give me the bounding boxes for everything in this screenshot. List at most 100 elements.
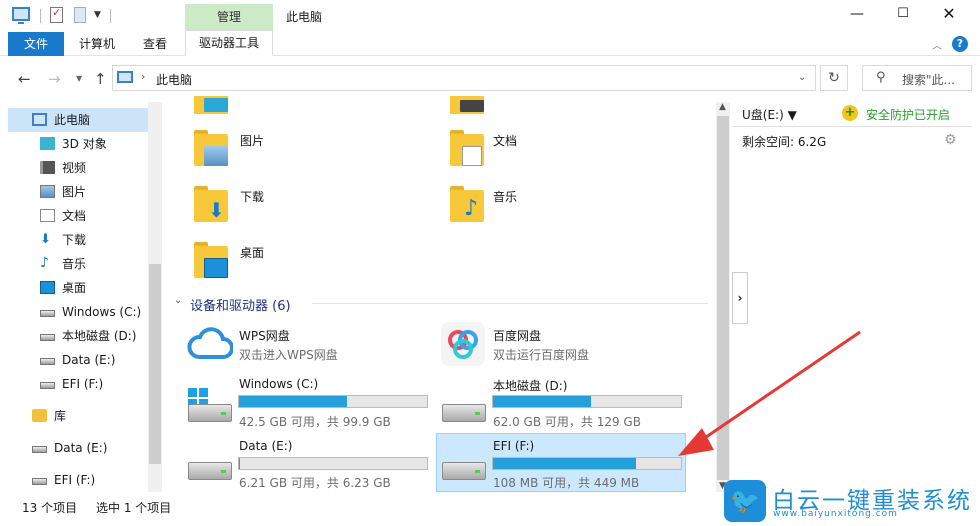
drive-usage-fill [239,396,348,407]
pane-expand-button[interactable]: › [732,272,748,324]
minimize-button[interactable]: — [842,6,872,22]
sidebar-item-label: 本地磁盘 (D:) [62,329,137,343]
sidebar-item-label: 视频 [62,161,87,175]
hard-drive-icon[interactable] [442,404,486,422]
properties-icon[interactable] [50,6,63,23]
scroll-up-icon[interactable]: ▲ [719,102,726,112]
maximize-button[interactable]: ☐ [888,6,918,21]
back-arrow-icon[interactable]: ← [18,70,31,88]
3d-objects-icon [40,137,55,150]
group-header[interactable]: 设备和驱动器 (6) [190,295,291,314]
chevron-down-icon[interactable]: ⌄ [174,295,182,306]
sidebar-item-label: 下载 [62,233,87,247]
drive-icon [32,478,47,485]
drive-space-text: 108 MB 可用，共 449 MB [493,476,640,490]
computer-icon [117,71,133,83]
folder-label[interactable]: 桌面 [240,244,264,261]
desktop-icon [40,281,55,294]
drive-usage-bar [492,395,682,408]
sidebar-item-label: 桌面 [62,281,87,295]
cloud-drive-subtitle: 双击进入WPS网盘 [239,348,338,362]
hard-drive-icon[interactable] [188,404,232,422]
documents-folder-icon[interactable] [450,128,484,166]
sidebar-item-label: 3D 对象 [62,137,107,151]
quick-access-dropdown-icon[interactable]: ▼ [94,10,101,20]
folder-label[interactable]: 音乐 [493,188,517,205]
folder-label[interactable]: 文档 [493,132,517,149]
downloads-folder-icon[interactable]: ⬇ [194,184,228,222]
cloud-drive-name[interactable]: WPS网盘 [239,327,290,344]
drive-icon [40,310,55,317]
watermark-url: www.baiyunxitong.com [773,509,898,519]
chevron-down-icon[interactable]: ▼ [76,74,82,83]
item-count: 13 个项目 [22,501,78,515]
breadcrumb[interactable]: 此电脑 [156,71,192,88]
drive-icon [40,334,55,341]
divider [732,126,972,127]
drive-space-text: 42.5 GB 可用，共 99.9 GB [239,415,391,429]
drive-usage-fill [493,396,591,407]
up-arrow-icon[interactable]: ↑ [94,70,107,88]
drive-name[interactable]: Windows (C:) [239,377,318,391]
desktop-folder-icon[interactable] [194,240,228,278]
sidebar-item-label: 库 [54,409,67,423]
free-space-text: 剩余空间: 6.2G [742,135,827,149]
chevron-right-icon[interactable]: › [141,70,145,83]
drive-usage-fill [493,458,636,469]
drive-name[interactable]: EFI (F:) [493,439,534,453]
forward-arrow-icon[interactable]: → [48,70,61,88]
shield-plus-icon: + [842,105,858,121]
divider [40,9,41,23]
sidebar-item-label: 音乐 [62,257,87,271]
folder-icon[interactable] [194,96,228,114]
help-icon[interactable]: ? [952,36,968,52]
drive-usage-bar [238,395,428,408]
cloud-drive-subtitle: 双击运行百度网盘 [493,348,590,362]
chevron-down-icon[interactable]: ⌄ [798,72,806,83]
tab-view[interactable]: 查看 [140,32,170,56]
refresh-button[interactable]: ↻ [820,65,848,91]
hard-drive-icon[interactable] [188,462,232,480]
drive-usage-bar [492,457,682,470]
folder-label[interactable]: 图片 [240,132,264,149]
folder-label[interactable]: 下载 [240,188,264,205]
nav-scrollbar-thumb[interactable] [149,264,161,464]
tab-drive-tools[interactable]: 驱动器工具 [185,30,273,56]
music-folder-icon[interactable]: ♪ [450,184,484,222]
computer-icon [32,113,47,126]
tab-file[interactable]: 文件 [8,32,64,56]
drive-name[interactable]: 本地磁盘 (D:) [493,377,567,394]
sidebar-item-label: Windows (C:) [62,305,142,319]
wps-cloud-icon[interactable] [187,325,234,361]
documents-icon [40,209,55,222]
red-arrow-annotation [678,330,861,456]
close-button[interactable]: ✕ [934,4,964,23]
folder-icon[interactable] [450,96,484,114]
drive-name[interactable]: Data (E:) [239,439,292,453]
drive-space-text: 6.21 GB 可用，共 6.23 GB [239,476,391,490]
chevron-up-icon[interactable]: ︿ [932,37,942,52]
library-icon [32,409,47,422]
video-icon [40,161,55,174]
title-bar [0,0,980,32]
gear-icon[interactable]: ⚙ [944,132,957,148]
baidu-netdisk-icon[interactable] [441,322,485,366]
address-bar[interactable] [112,65,816,91]
sidebar-item-label: 文档 [62,209,87,223]
new-folder-icon[interactable] [74,7,86,23]
cloud-drive-name[interactable]: 百度网盘 [493,327,541,344]
computer-icon[interactable] [12,7,30,24]
sidebar-item-label: 此电脑 [54,113,91,127]
drive-usage-bar [238,457,428,470]
music-icon: ♪ [40,255,49,271]
protection-status[interactable]: 安全防护已开启 [866,106,950,123]
drive-icon [32,446,47,453]
drive-usage-fill [239,458,240,469]
tab-computer[interactable]: 计算机 [76,32,118,56]
sidebar-item-label: Data (E:) [54,441,108,455]
usb-drive-selector[interactable]: U盘(E:) ▼ [742,106,797,123]
hard-drive-icon[interactable] [442,462,486,480]
twitter-bird-logo-icon: 🐦 [724,480,766,522]
pictures-folder-icon[interactable] [194,128,228,166]
drive-space-text: 62.0 GB 可用，共 129 GB [493,415,641,429]
